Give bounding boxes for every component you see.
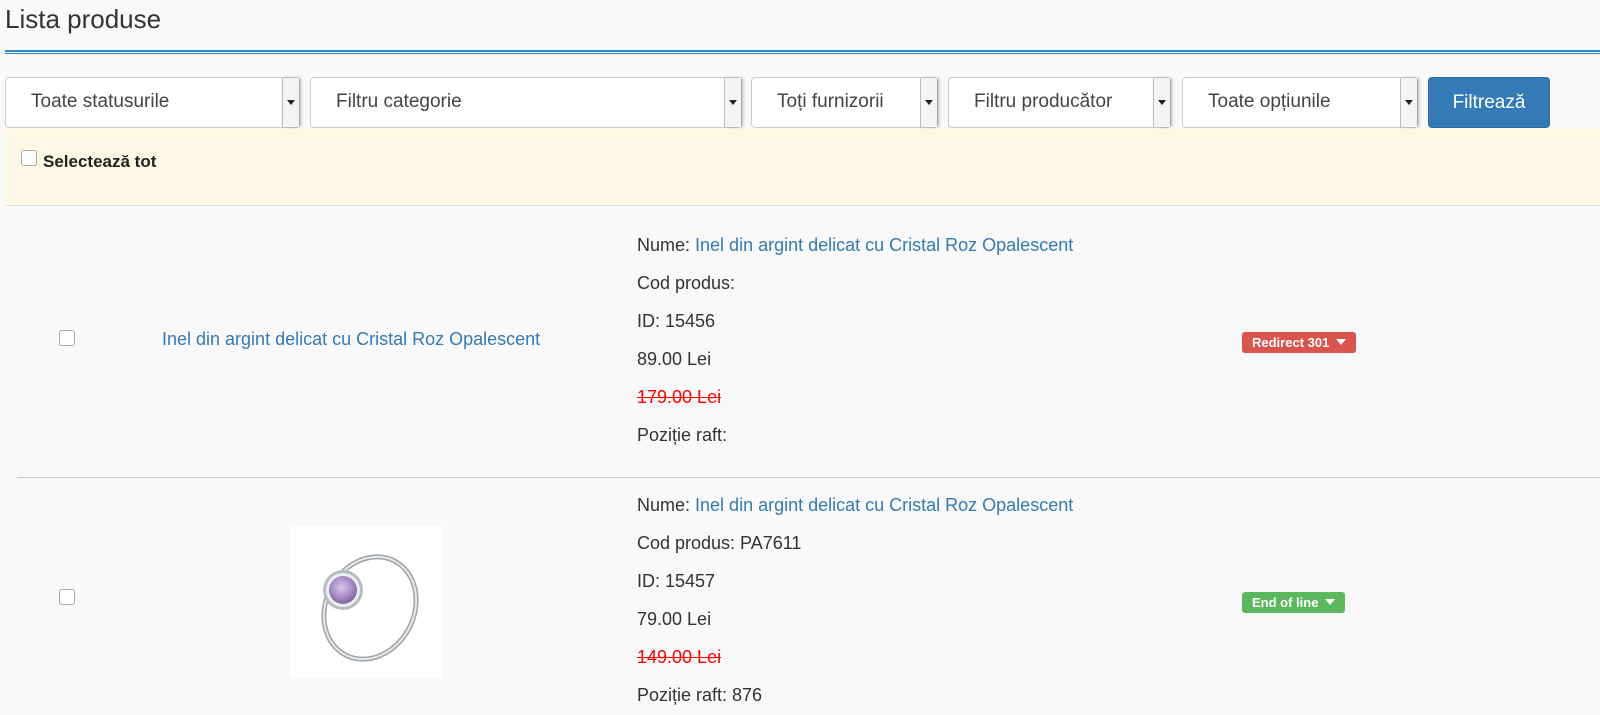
chevron-down-icon[interactable] — [920, 78, 937, 127]
supplier-filter-select[interactable]: Toți furnizorii — [751, 77, 938, 128]
status-filter-select[interactable]: Toate statusurile — [5, 77, 300, 128]
product-shelf-position: Poziție raft: 876 — [637, 685, 763, 705]
status-badge-label: Redirect 301 — [1252, 335, 1330, 350]
category-filter-select[interactable]: Filtru categorie — [310, 77, 742, 128]
row-divider — [17, 477, 1600, 478]
options-filter-select[interactable]: Toate opțiunile — [1182, 77, 1418, 128]
product-id: ID: 15456 — [637, 311, 716, 331]
row-checkbox[interactable] — [59, 330, 75, 346]
caret-down-icon — [1325, 599, 1336, 605]
product-thumbnail[interactable] — [290, 526, 442, 678]
product-old-price: 179.00 Lei — [637, 387, 722, 407]
product-name-link[interactable]: Inel din argint delicat cu Cristal Roz O… — [695, 495, 1073, 515]
status-badge-label: End of line — [1252, 595, 1319, 610]
product-title-link[interactable]: Inel din argint delicat cu Cristal Roz O… — [162, 329, 540, 350]
product-name-label: Nume: — [637, 235, 691, 255]
manufacturer-filter-select[interactable]: Filtru producător — [948, 77, 1171, 128]
select-all-bar: Selectează tot — [5, 129, 1600, 206]
product-name-label: Nume: — [637, 495, 691, 515]
chevron-down-icon[interactable] — [1400, 78, 1417, 127]
select-all-checkbox[interactable] — [21, 150, 37, 166]
select-all-label[interactable]: Selectează tot — [43, 152, 156, 172]
chevron-down-icon[interactable] — [1153, 78, 1170, 127]
product-id: ID: 15457 — [637, 571, 716, 591]
status-badge-dropdown[interactable]: End of line — [1242, 592, 1346, 613]
product-name-line: Nume: Inel din argint delicat cu Cristal… — [637, 495, 1073, 516]
product-code: Cod produs: PA7611 — [637, 533, 802, 553]
product-code: Cod produs: — [637, 273, 736, 293]
options-filter-value: Toate opțiunile — [1208, 91, 1331, 112]
product-price: 79.00 Lei — [637, 609, 712, 629]
status-filter-value: Toate statusurile — [31, 91, 170, 112]
chevron-down-icon[interactable] — [724, 78, 741, 127]
product-old-price: 149.00 Lei — [637, 647, 722, 667]
product-name-line: Nume: Inel din argint delicat cu Cristal… — [637, 235, 1073, 256]
supplier-filter-value: Toți furnizorii — [777, 91, 884, 112]
ring-image — [321, 554, 419, 662]
filter-button[interactable]: Filtrează — [1428, 77, 1550, 128]
page-title: Lista produse — [5, 4, 162, 34]
row-checkbox[interactable] — [59, 589, 75, 605]
product-shelf-position: Poziție raft: — [637, 425, 728, 445]
category-filter-value: Filtru categorie — [336, 91, 462, 112]
product-price: 89.00 Lei — [637, 349, 712, 369]
caret-down-icon — [1336, 339, 1347, 345]
status-badge-dropdown[interactable]: Redirect 301 — [1242, 332, 1357, 353]
manufacturer-filter-value: Filtru producător — [974, 91, 1113, 112]
product-name-link[interactable]: Inel din argint delicat cu Cristal Roz O… — [695, 235, 1073, 255]
chevron-down-icon[interactable] — [282, 78, 299, 127]
title-divider — [5, 50, 1600, 54]
